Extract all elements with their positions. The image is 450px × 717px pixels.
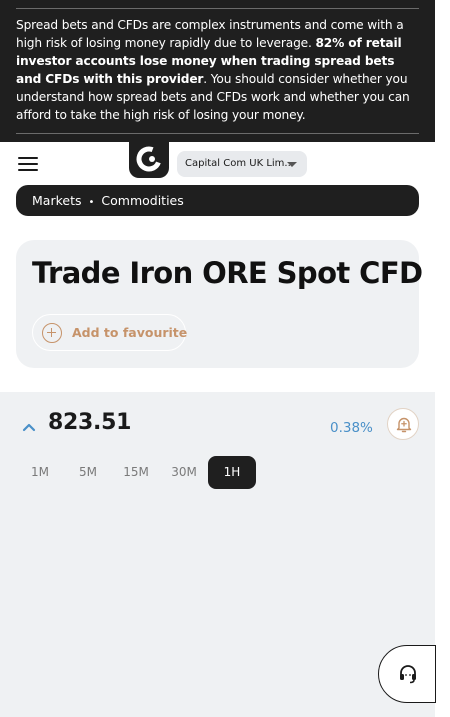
breadcrumb-separator: • xyxy=(88,197,95,208)
entity-select-value: Capital Com UK Lim... xyxy=(185,158,294,169)
bell-plus-icon xyxy=(396,417,412,433)
top-bar: Capital Com UK Lim... xyxy=(0,142,435,184)
chevron-down-icon xyxy=(287,162,297,167)
timeframe-15m[interactable]: 15M xyxy=(112,456,160,489)
entity-select[interactable]: Capital Com UK Lim... xyxy=(177,151,307,177)
current-price: 823.51 xyxy=(48,410,132,435)
headset-icon xyxy=(400,665,416,684)
risk-warning-text: Spread bets and CFDs are complex instrum… xyxy=(16,18,410,122)
risk-warning-banner: Spread bets and CFDs are complex instrum… xyxy=(0,0,435,142)
price-alert-button[interactable] xyxy=(387,408,419,440)
chevron-up-icon xyxy=(22,423,36,432)
page-title: Trade Iron ORE Spot CFD xyxy=(32,256,423,290)
support-chat-button[interactable] xyxy=(378,645,436,703)
breadcrumb-item-commodities[interactable]: Commodities xyxy=(101,193,183,208)
timeframe-1m[interactable]: 1M xyxy=(16,456,64,489)
breadcrumb-item-markets[interactable]: Markets xyxy=(32,193,81,208)
timeframe-5m[interactable]: 5M xyxy=(64,456,112,489)
price-change: 0.38% xyxy=(330,420,373,436)
banner-divider-top xyxy=(16,8,419,9)
hamburger-icon[interactable] xyxy=(18,157,38,171)
add-to-favourite-label: Add to favourite xyxy=(72,325,188,340)
instrument-title-card: Trade Iron ORE Spot CFD Add to favourite xyxy=(16,240,423,368)
chart-panel: 823.51 0.38% 1M 5M 15M 30M 1H xyxy=(0,392,435,717)
plus-circle-icon xyxy=(42,323,62,343)
capital-com-logo[interactable] xyxy=(129,142,169,178)
breadcrumb: Markets • Commodities xyxy=(16,185,419,216)
add-to-favourite-button[interactable]: Add to favourite xyxy=(32,314,188,351)
timeframe-30m[interactable]: 30M xyxy=(160,456,208,489)
banner-divider-bottom xyxy=(16,133,419,134)
timeframe-1h[interactable]: 1H xyxy=(208,456,256,489)
